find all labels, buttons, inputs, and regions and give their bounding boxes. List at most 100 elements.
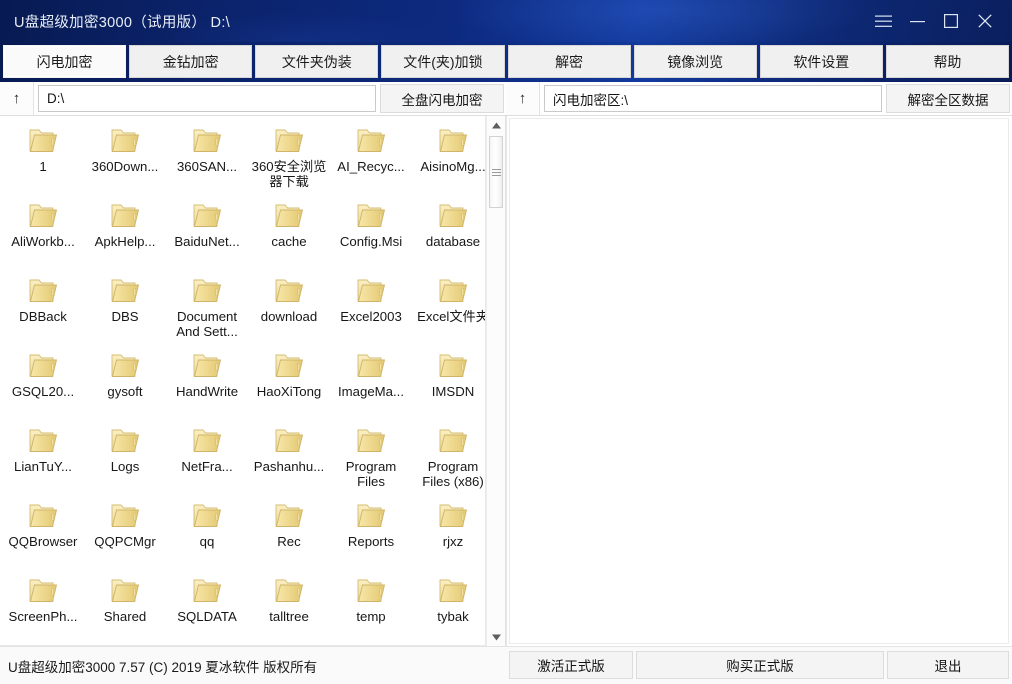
folder-icon	[108, 576, 142, 606]
folder-item[interactable]: Shared	[84, 570, 166, 645]
address-row: ↑ D:\ 全盘闪电加密 ↑ 闪电加密区:\ 解密全区数据	[0, 82, 1012, 116]
folder-item[interactable]: QQPCMgr	[84, 495, 166, 570]
folder-item[interactable]: gysoft	[84, 345, 166, 420]
folder-item[interactable]: Program Files (x86)	[412, 420, 485, 495]
folder-label: BaiduNet...	[174, 234, 240, 249]
folder-item[interactable]: cache	[248, 195, 330, 270]
folder-item[interactable]: Logs	[84, 420, 166, 495]
folder-item[interactable]: ScreenPh...	[2, 570, 84, 645]
maximize-button[interactable]	[934, 0, 968, 42]
tab-7[interactable]: 帮助	[885, 45, 1009, 78]
folder-item[interactable]: Excel2003	[330, 270, 412, 345]
folder-grid[interactable]: 1 360Down... 360SAN... 360安全浏览器下载 AI_Recyc..…	[0, 116, 486, 646]
folder-item[interactable]: AI_Recyc...	[330, 120, 412, 195]
status-actions: 激活正式版 购买正式版 退出	[506, 647, 1012, 684]
folder-icon	[26, 501, 60, 531]
right-path-input[interactable]: 闪电加密区:\	[544, 85, 882, 112]
folder-item[interactable]: QQBrowser	[2, 495, 84, 570]
tab-2[interactable]: 文件夹伪装	[255, 45, 379, 78]
minimize-button[interactable]	[900, 0, 934, 42]
folder-label: Excel2003	[340, 309, 402, 324]
folder-item[interactable]: DBS	[84, 270, 166, 345]
close-button[interactable]	[968, 0, 1002, 42]
right-encrypted-zone-pane[interactable]	[506, 116, 1012, 646]
folder-item[interactable]: Reports	[330, 495, 412, 570]
up-arrow-icon-right[interactable]: ↑	[506, 82, 540, 115]
folder-item[interactable]: 1	[2, 120, 84, 195]
folder-item[interactable]: Rec	[248, 495, 330, 570]
exit-button[interactable]: 退出	[887, 651, 1009, 679]
folder-icon	[190, 276, 224, 306]
folder-item[interactable]: download	[248, 270, 330, 345]
folder-label: qq	[199, 534, 215, 549]
scrollbar-grip	[491, 167, 501, 178]
folder-label: 360安全浏览器下载	[251, 159, 327, 189]
folder-item[interactable]: IMSDN	[412, 345, 485, 420]
folder-item[interactable]: LianTuY...	[2, 420, 84, 495]
folder-label: tybak	[437, 609, 469, 624]
tab-3[interactable]: 文件(夹)加锁	[381, 45, 505, 78]
folder-item[interactable]: Program Files	[330, 420, 412, 495]
folder-item[interactable]: HaoXiTong	[248, 345, 330, 420]
up-arrow-icon-left[interactable]: ↑	[0, 82, 34, 115]
scroll-down-icon[interactable]	[487, 628, 505, 646]
tab-5[interactable]: 镜像浏览	[633, 45, 757, 78]
folder-icon	[436, 501, 470, 531]
encrypted-zone-content[interactable]	[509, 118, 1009, 644]
vertical-scrollbar[interactable]	[486, 116, 505, 646]
title-bar: U盘超级加密3000（试用版） D:\	[0, 0, 1012, 42]
folder-item[interactable]: ImageMa...	[330, 345, 412, 420]
folder-icon	[436, 201, 470, 231]
folder-item[interactable]: Excel文件夹	[412, 270, 486, 345]
folder-item[interactable]: tybak	[412, 570, 485, 645]
tab-4[interactable]: 解密	[507, 45, 631, 78]
folder-item[interactable]: HandWrite	[166, 345, 248, 420]
scrollbar-track[interactable]	[487, 134, 505, 628]
folder-icon	[26, 576, 60, 606]
folder-item[interactable]: temp	[330, 570, 412, 645]
folder-item[interactable]: SQLDATA	[166, 570, 248, 645]
tab-6[interactable]: 软件设置	[759, 45, 883, 78]
folder-label: HaoXiTong	[256, 384, 322, 399]
folder-item[interactable]: qq	[166, 495, 248, 570]
folder-item[interactable]: AliWorkb...	[2, 195, 84, 270]
encrypt-whole-disk-button[interactable]: 全盘闪电加密	[380, 84, 504, 113]
scroll-up-icon[interactable]	[487, 116, 505, 134]
activate-button[interactable]: 激活正式版	[509, 651, 633, 679]
folder-label: AisinoMg...	[420, 159, 486, 174]
folder-item[interactable]: DBBack	[2, 270, 84, 345]
folder-icon	[108, 126, 142, 156]
folder-label: Program Files (x86)	[422, 459, 484, 489]
folder-item[interactable]: Pashanhu...	[248, 420, 330, 495]
tab-1[interactable]: 金钻加密	[129, 45, 253, 78]
menu-icon[interactable]	[866, 0, 900, 42]
folder-label: NetFra...	[181, 459, 233, 474]
folder-item[interactable]: talltree	[248, 570, 330, 645]
folder-item[interactable]: 360Down...	[84, 120, 166, 195]
folder-icon	[436, 426, 470, 456]
folder-item[interactable]: NetFra...	[166, 420, 248, 495]
folder-icon	[26, 276, 60, 306]
folder-item[interactable]: 360SAN...	[166, 120, 248, 195]
folder-item[interactable]: database	[412, 195, 485, 270]
folder-item[interactable]: Config.Msi	[330, 195, 412, 270]
folder-label: download	[260, 309, 318, 324]
folder-label: DBBack	[19, 309, 67, 324]
folder-item[interactable]: AisinoMg...	[412, 120, 486, 195]
decrypt-all-zone-button[interactable]: 解密全区数据	[886, 84, 1010, 113]
tab-0[interactable]: 闪电加密	[3, 45, 127, 78]
folder-item[interactable]: Document And Sett...	[166, 270, 248, 345]
folder-item[interactable]: BaiduNet...	[166, 195, 248, 270]
folder-icon	[436, 276, 470, 306]
purchase-button[interactable]: 购买正式版	[636, 651, 884, 679]
scrollbar-thumb[interactable]	[489, 136, 503, 208]
folder-item[interactable]: 360安全浏览器下载	[248, 120, 330, 195]
folder-item[interactable]: GSQL20...	[2, 345, 84, 420]
window-controls	[866, 0, 1012, 42]
folder-item[interactable]: rjxz	[412, 495, 485, 570]
folder-item[interactable]: ApkHelp...	[84, 195, 166, 270]
window-title: U盘超级加密3000（试用版） D:\	[14, 14, 230, 31]
folder-label: Excel文件夹	[417, 309, 486, 324]
left-path-input[interactable]: D:\	[38, 85, 376, 112]
folder-icon	[272, 126, 306, 156]
